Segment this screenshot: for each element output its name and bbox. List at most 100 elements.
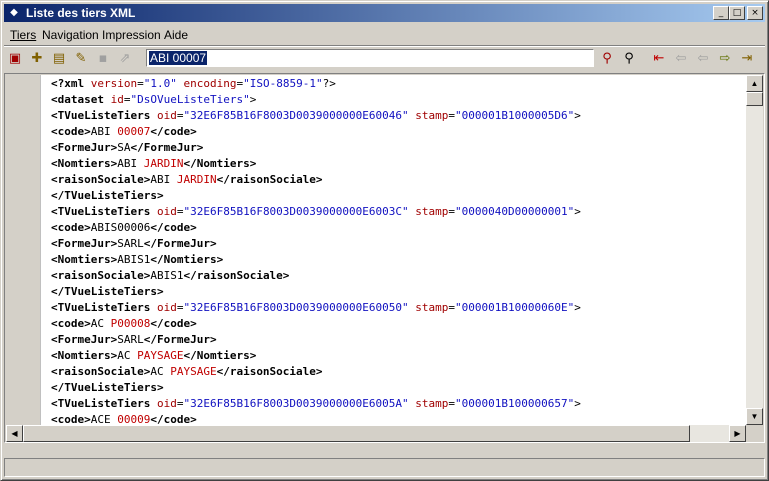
code-token: <Nomtiers> xyxy=(51,157,118,170)
app-diamond-icon: ◆ xyxy=(10,7,18,18)
code-token: <raisonSociale> xyxy=(51,365,151,378)
code-token: 00007 xyxy=(117,125,151,138)
code-token: ?> xyxy=(322,77,336,90)
code-token: > xyxy=(574,397,581,410)
code-line: <FormeJur>SA</FormeJur> xyxy=(51,140,203,156)
code-token: <dataset xyxy=(51,93,111,106)
arrow-right-icon[interactable]: ⇨ xyxy=(716,50,734,68)
horizontal-scrollbar[interactable]: ◀ ▶ xyxy=(6,425,746,442)
scroll-down-button[interactable]: ▼ xyxy=(746,408,763,425)
car-last-icon[interactable]: ⇥ xyxy=(738,50,756,68)
code-token: </code> xyxy=(150,413,197,425)
menu-separator xyxy=(4,45,765,47)
scroll-corner xyxy=(746,425,763,442)
code-token: AC xyxy=(90,317,111,330)
code-line: <dataset id="DsOVueListeTiers"> xyxy=(51,92,256,108)
code-token: <code> xyxy=(51,317,91,330)
code-token: SARL xyxy=(117,333,144,346)
code-token: </TVueListeTiers> xyxy=(51,285,164,298)
code-token: <TVueListeTiers xyxy=(51,205,157,218)
maximize-button[interactable]: □ xyxy=(729,6,745,20)
code-token: <Nomtiers> xyxy=(51,253,118,266)
code-token: = xyxy=(137,77,144,90)
scroll-up-button[interactable]: ▲ xyxy=(746,75,763,92)
arrow-left-icon[interactable]: ⇦ xyxy=(694,50,712,68)
horizontal-scroll-thumb[interactable] xyxy=(23,425,690,442)
code-token: <?xml xyxy=(51,77,91,90)
menu-aide[interactable]: Aide xyxy=(164,28,188,42)
code-token: AC xyxy=(117,349,138,362)
menu-navigation[interactable]: Navigation xyxy=(42,28,99,42)
code-token: <TVueListeTiers xyxy=(51,301,157,314)
code-token: "0000040D00000001" xyxy=(455,205,575,218)
code-line: <code>AC P00008</code> xyxy=(51,316,197,332)
status-bar xyxy=(4,458,765,477)
code-token: </code> xyxy=(150,317,197,330)
search-magnify-icon[interactable]: ⚲ xyxy=(620,50,638,68)
menu-navigation-label: Navigation xyxy=(42,28,99,42)
code-line: <?xml version="1.0" encoding="ISO-8859-1… xyxy=(51,76,336,92)
code-token: </raisonSociale> xyxy=(216,173,323,186)
menu-tiers[interactable]: Tiers xyxy=(10,28,36,42)
code-line: </TVueListeTiers> xyxy=(51,188,164,204)
code-token: PAYSAGE xyxy=(170,365,217,378)
code-token: "32E6F85B16F8003D0039000000E6003C" xyxy=(183,205,409,218)
title-bar[interactable]: ◆ Liste des tiers XML _ □ × xyxy=(4,4,765,22)
save-disk-icon[interactable]: ▪ xyxy=(94,50,112,68)
code-token: id xyxy=(110,93,124,106)
menu-impression[interactable]: Impression xyxy=(102,28,161,42)
code-token: </TVueListeTiers> xyxy=(51,381,164,394)
close-button[interactable]: × xyxy=(747,6,763,20)
code-token: "32E6F85B16F8003D0039000000E60050" xyxy=(183,301,409,314)
scroll-right-button[interactable]: ▶ xyxy=(729,425,746,442)
code-token: </FormeJur> xyxy=(143,333,217,346)
code-line: <raisonSociale>ABIS1</raisonSociale> xyxy=(51,268,289,284)
code-line: <TVueListeTiers oid="32E6F85B16F8003D003… xyxy=(51,300,581,316)
code-token: <raisonSociale> xyxy=(51,269,151,282)
code-line: <Nomtiers>AC PAYSAGE</Nomtiers> xyxy=(51,348,256,364)
scroll-left-button[interactable]: ◀ xyxy=(6,425,23,442)
menu-aide-label: Aide xyxy=(164,28,189,42)
add-doc-icon[interactable]: ▤ xyxy=(50,50,68,68)
search-find-icon[interactable]: ⚲ xyxy=(598,50,616,68)
code-token: > xyxy=(249,93,257,106)
vertical-scrollbar[interactable]: ▲ ▼ xyxy=(746,75,763,425)
code-token: </code> xyxy=(150,125,197,138)
window-title: Liste des tiers XML xyxy=(26,6,136,20)
code-token: </code> xyxy=(150,221,197,234)
code-token: <code> xyxy=(51,125,91,138)
code-line: <TVueListeTiers oid="32E6F85B16F8003D003… xyxy=(51,108,581,124)
search-input[interactable]: ABI 00007 xyxy=(146,49,594,67)
xml-editor: <?xml version="1.0" encoding="ISO-8859-1… xyxy=(4,73,765,443)
code-token: stamp xyxy=(415,397,449,410)
vertical-scroll-thumb[interactable] xyxy=(746,92,763,106)
code-line: <raisonSociale>ABI JARDIN</raisonSociale… xyxy=(51,172,323,188)
toolbar: ▣ ✚ ▤ ✎ ▪ ⇗ ABI 00007 ⚲ ⚲ ⇤ ⇦ ⇦ ⇨ ⇥ xyxy=(4,48,765,70)
close-doc-icon[interactable]: ▣ xyxy=(6,50,24,68)
code-token: stamp xyxy=(415,301,449,314)
code-token: <TVueListeTiers xyxy=(51,397,157,410)
code-token: "ISO-8859-1" xyxy=(243,77,323,90)
car-first-icon[interactable]: ⇤ xyxy=(650,50,668,68)
code-token: <code> xyxy=(51,221,91,234)
code-line: </TVueListeTiers> xyxy=(51,284,164,300)
bookmark-disabled-icon[interactable]: ⇗ xyxy=(116,50,134,68)
xml-text-area[interactable]: <?xml version="1.0" encoding="ISO-8859-1… xyxy=(41,75,746,425)
code-token: AC xyxy=(150,365,171,378)
code-token: ABI xyxy=(117,157,144,170)
code-token: ACE xyxy=(90,413,118,425)
code-token: <Nomtiers> xyxy=(51,349,118,362)
code-line: <code>ACE 00009</code> xyxy=(51,412,197,425)
edit-doc-icon[interactable]: ✎ xyxy=(72,50,90,68)
code-line: <FormeJur>SARL</FormeJur> xyxy=(51,236,217,252)
new-doc-icon[interactable]: ✚ xyxy=(28,50,46,68)
minimize-button[interactable]: _ xyxy=(713,6,729,20)
code-token: </Nomtiers> xyxy=(183,349,257,362)
arrow-left-disabled-icon[interactable]: ⇦ xyxy=(672,50,690,68)
code-line: <code>ABI 00007</code> xyxy=(51,124,197,140)
code-token: SA xyxy=(117,141,131,154)
menu-tiers-label: Tiers xyxy=(10,28,37,42)
code-token: > xyxy=(574,109,581,122)
code-line: <FormeJur>SARL</FormeJur> xyxy=(51,332,217,348)
code-token: oid xyxy=(156,301,177,314)
